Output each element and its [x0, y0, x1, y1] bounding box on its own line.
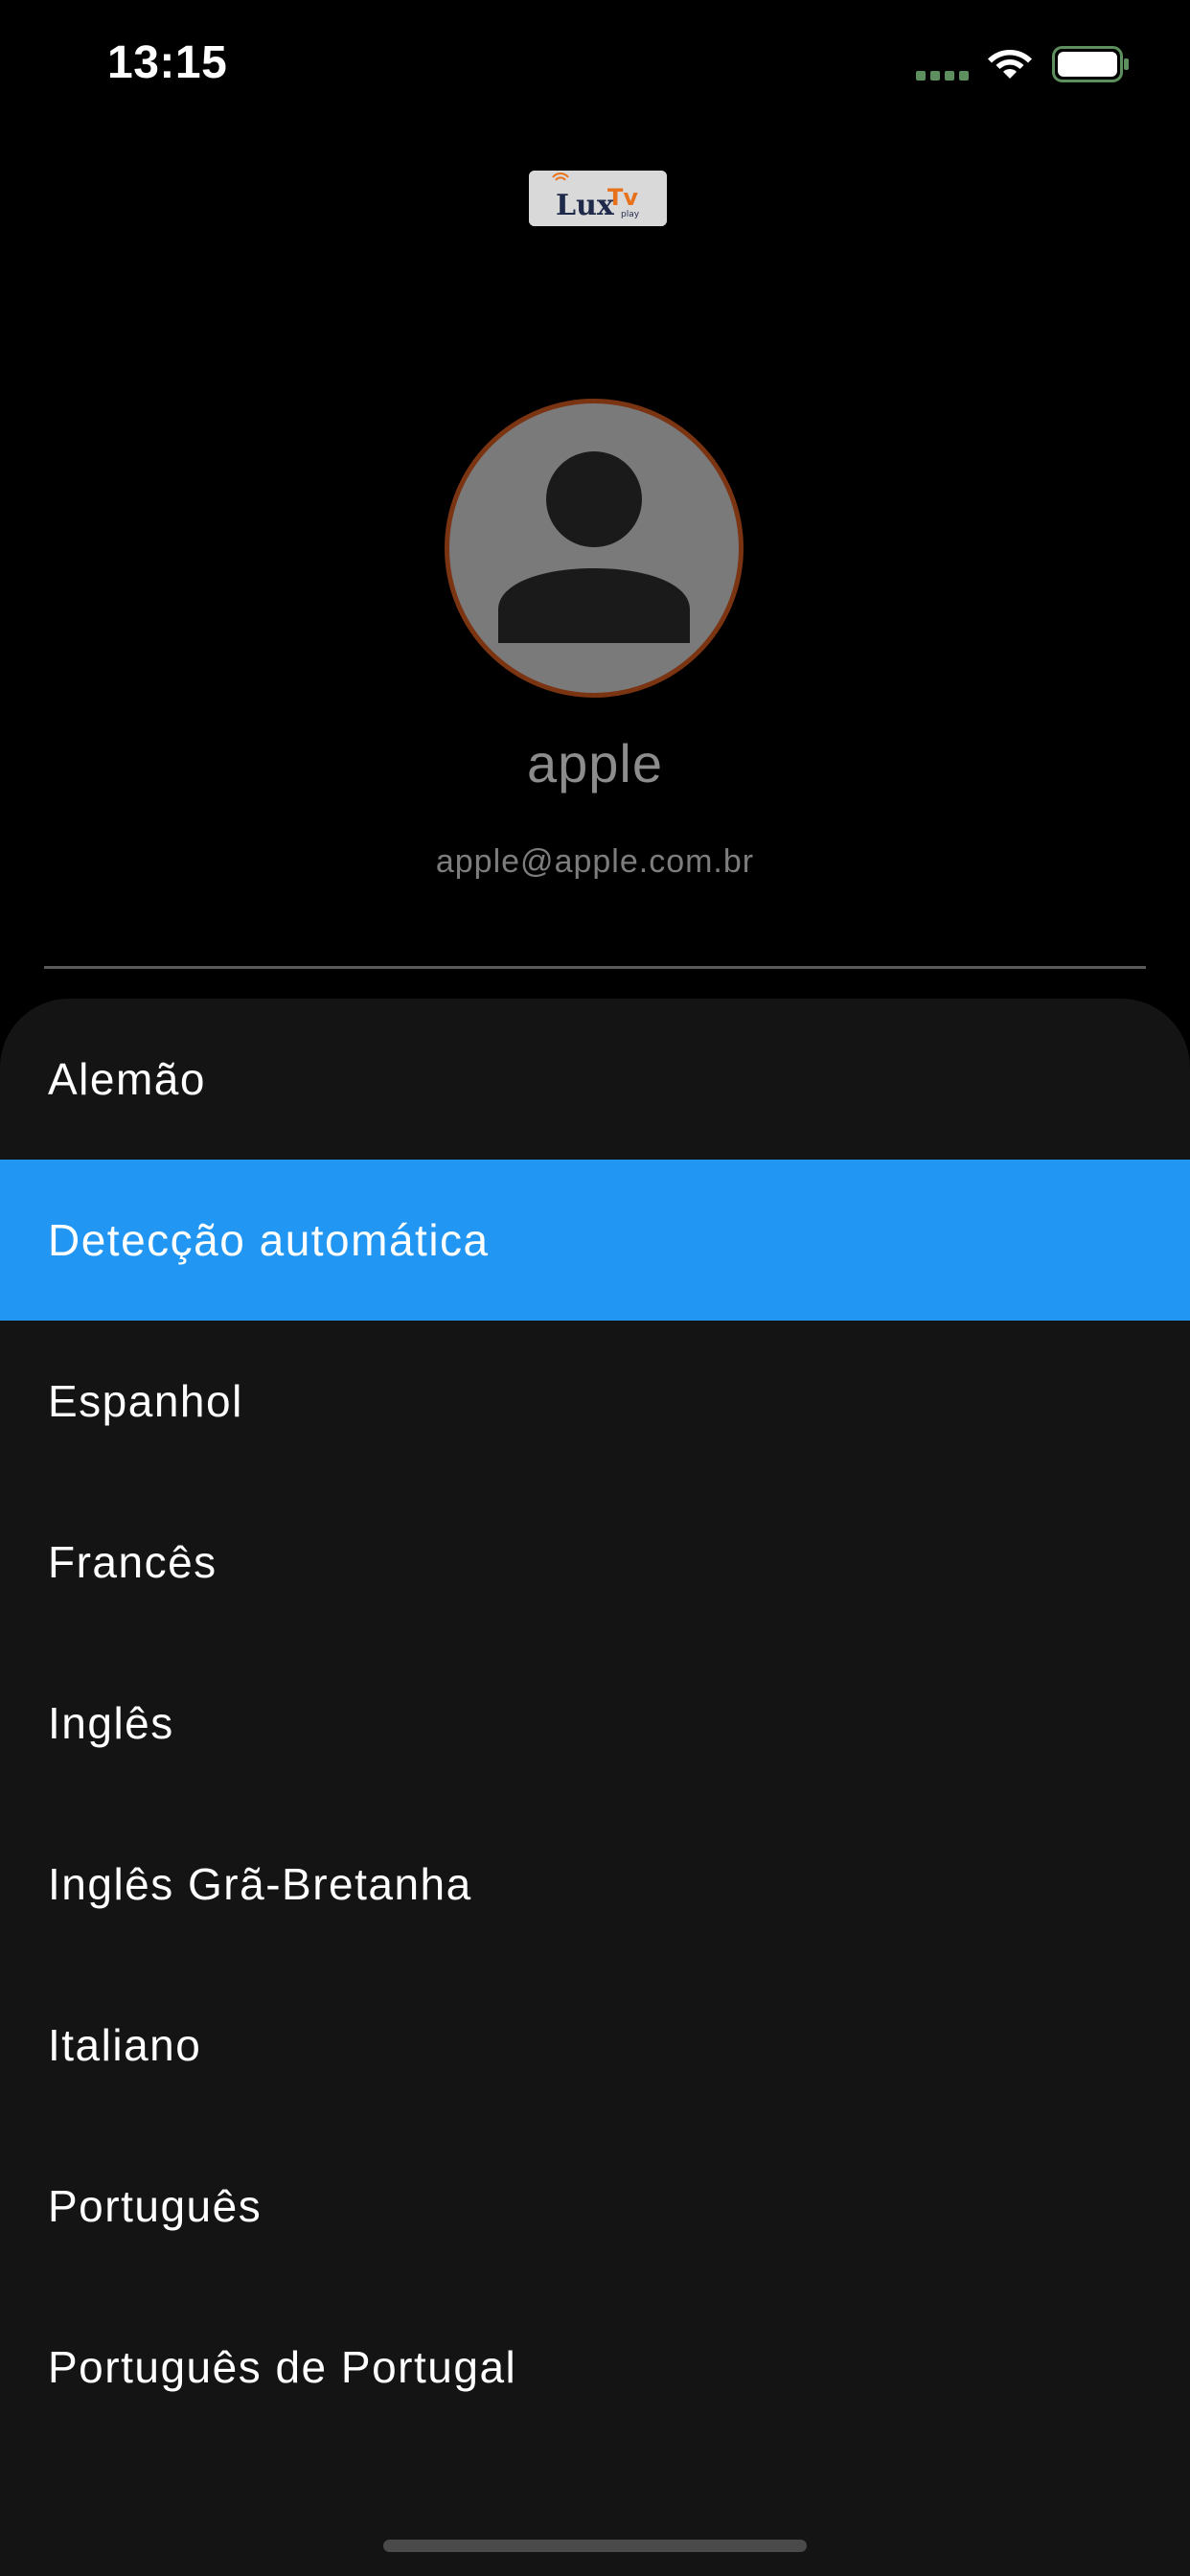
status-time: 13:15: [107, 37, 228, 88]
app-logo: Lux Tv play: [529, 171, 667, 226]
language-option-portugues-de-portugal[interactable]: Português de Portugal: [0, 2287, 1190, 2448]
divider: [44, 966, 1146, 969]
language-option-alemao[interactable]: Alemão: [0, 999, 1190, 1160]
logo-text-play: play: [621, 210, 640, 219]
wifi-icon: [988, 50, 1032, 79]
language-picker-sheet: Alemão Detecção automática Espanhol Fran…: [0, 999, 1190, 2576]
home-indicator[interactable]: [383, 2540, 807, 2552]
battery-full-icon: [1052, 46, 1129, 82]
language-option-portugues[interactable]: Português: [0, 2126, 1190, 2287]
avatar[interactable]: [445, 399, 744, 698]
cellular-signal-icon: [916, 71, 969, 80]
language-option-italiano[interactable]: Italiano: [0, 1965, 1190, 2126]
status-bar: 13:15: [0, 0, 1190, 130]
logo-text-lux: Lux: [556, 189, 615, 222]
logo-text-tv: Tv: [607, 184, 638, 211]
language-option-deteccao-automatica[interactable]: Detecção automática: [0, 1160, 1190, 1321]
language-option-frances[interactable]: Francês: [0, 1482, 1190, 1643]
language-list: Alemão Detecção automática Espanhol Fran…: [0, 999, 1190, 2448]
language-option-ingles[interactable]: Inglês: [0, 1643, 1190, 1804]
user-email: apple@apple.com.br: [435, 843, 755, 880]
language-option-espanhol[interactable]: Espanhol: [0, 1321, 1190, 1482]
language-option-ingles-gra-bretanha[interactable]: Inglês Grã-Bretanha: [0, 1804, 1190, 1965]
person-icon: [498, 451, 690, 643]
user-name: apple: [526, 733, 664, 794]
luxtv-logo-icon: Lux Tv play: [529, 171, 667, 226]
